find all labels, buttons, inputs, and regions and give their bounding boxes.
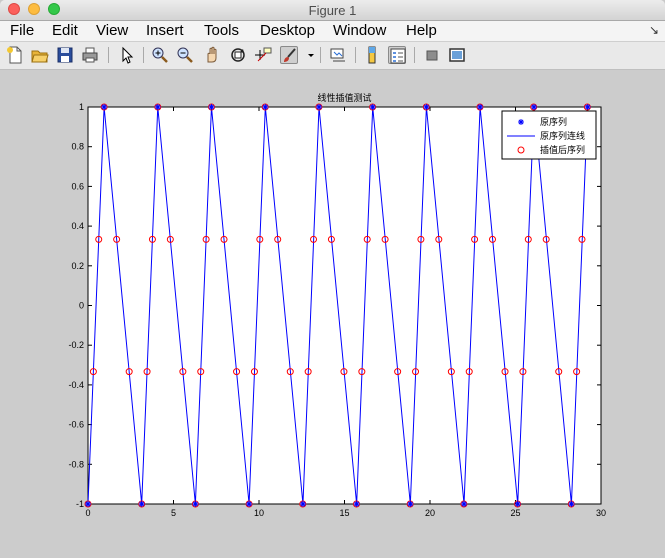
figure-toolbar	[0, 42, 665, 70]
new-figure-icon[interactable]	[6, 46, 24, 64]
x-tick-label: 10	[254, 508, 264, 518]
data-cursor-icon[interactable]	[254, 46, 272, 64]
colorbar-icon[interactable]	[363, 46, 381, 64]
original-point	[208, 104, 215, 110]
pan-icon[interactable]	[203, 46, 221, 64]
original-point	[262, 104, 269, 110]
chart-title: 线性插值测试	[317, 92, 371, 103]
plot-area: 线性插值测试 0 5 10 15 20 25 30 -1 -0.8 -0.6 -0.4 -0.2 0 0…	[68, 92, 606, 518]
x-tick-label: 25	[510, 508, 520, 518]
y-tick-label: 1	[79, 102, 84, 112]
link-plot-icon[interactable]	[329, 46, 347, 64]
toolbar-separator	[355, 47, 356, 63]
original-point	[423, 104, 430, 110]
legend-icon[interactable]	[388, 46, 406, 64]
axes-box[interactable]	[87, 106, 602, 505]
brush-icon[interactable]	[280, 46, 298, 64]
zoom-out-icon[interactable]	[176, 46, 194, 64]
hide-plot-tools-icon[interactable]	[423, 46, 441, 64]
original-point	[154, 104, 161, 110]
dock-arrow-icon[interactable]: ↘	[649, 23, 659, 37]
toolbar-separator	[143, 47, 144, 63]
y-tick-label: 0.6	[71, 181, 84, 191]
legend-label: 原序列	[540, 116, 567, 127]
toolbar-separator	[320, 47, 321, 63]
menu-bar: File Edit View Insert Tools Desktop Wind…	[0, 21, 665, 42]
x-tick-label: 5	[171, 508, 176, 518]
window-title: Figure 1	[308, 3, 357, 18]
original-point	[192, 501, 199, 507]
original-point	[530, 104, 537, 110]
original-point	[407, 501, 414, 507]
toolbar-separator	[414, 47, 415, 63]
menu-insert[interactable]: Insert	[146, 22, 184, 39]
legend-star-swatch	[518, 119, 524, 125]
y-tick-label: -1	[76, 499, 84, 509]
y-tick-label: 0.4	[71, 221, 84, 231]
y-tick-label: 0.2	[71, 261, 84, 271]
menu-file[interactable]: File	[10, 22, 34, 39]
open-file-icon[interactable]	[31, 46, 49, 64]
zoom-in-icon[interactable]	[151, 46, 169, 64]
figure-window: Figure 1 File Edit View Insert Tools Des…	[0, 0, 665, 558]
figure-canvas: 线性插值测试 0 5 10 15 20 25 30 -1 -0.8 -0.6 -0.4 -0.2 0 0…	[0, 70, 665, 558]
original-point	[316, 104, 323, 110]
original-point	[369, 104, 376, 110]
save-icon[interactable]	[56, 46, 74, 64]
y-tick-label: -0.4	[68, 380, 84, 390]
y-tick-label: -0.8	[68, 459, 84, 469]
y-tick-label: 0.8	[71, 142, 84, 152]
menu-view[interactable]: View	[96, 22, 128, 39]
x-tick-label: 0	[85, 508, 90, 518]
menu-window[interactable]: Window	[333, 22, 386, 39]
original-point	[568, 501, 575, 507]
toolbar-separator	[108, 47, 109, 63]
original-point	[514, 501, 521, 507]
original-point	[138, 501, 145, 507]
pointer-icon[interactable]	[118, 46, 136, 64]
y-tick-label: -0.6	[68, 420, 84, 430]
original-point	[85, 501, 91, 507]
x-tick-label: 30	[596, 508, 606, 518]
brush-dropdown-icon[interactable]	[302, 46, 314, 64]
original-point	[461, 501, 468, 507]
menu-tools[interactable]: Tools	[204, 22, 239, 39]
original-point	[299, 501, 306, 507]
x-tick-label: 20	[425, 508, 435, 518]
menu-edit[interactable]: Edit	[52, 22, 78, 39]
menu-help[interactable]: Help	[406, 22, 437, 39]
legend-label: 插值后序列	[540, 144, 585, 155]
menu-desktop[interactable]: Desktop	[260, 22, 315, 39]
rotate-3d-icon[interactable]	[229, 46, 247, 64]
print-icon[interactable]	[81, 46, 99, 64]
legend-label: 原序列连线	[540, 130, 585, 141]
x-tick-label: 15	[339, 508, 349, 518]
original-point	[584, 104, 591, 110]
show-plot-tools-icon[interactable]	[448, 46, 466, 64]
original-point	[101, 104, 108, 110]
y-tick-label: -0.2	[68, 340, 84, 350]
y-tick-label: 0	[79, 301, 84, 311]
original-point	[353, 501, 360, 507]
original-point	[246, 501, 253, 507]
legend[interactable]: 原序列原序列连线插值后序列	[501, 110, 597, 160]
title-bar[interactable]: Figure 1	[0, 0, 665, 21]
original-point	[477, 104, 484, 110]
